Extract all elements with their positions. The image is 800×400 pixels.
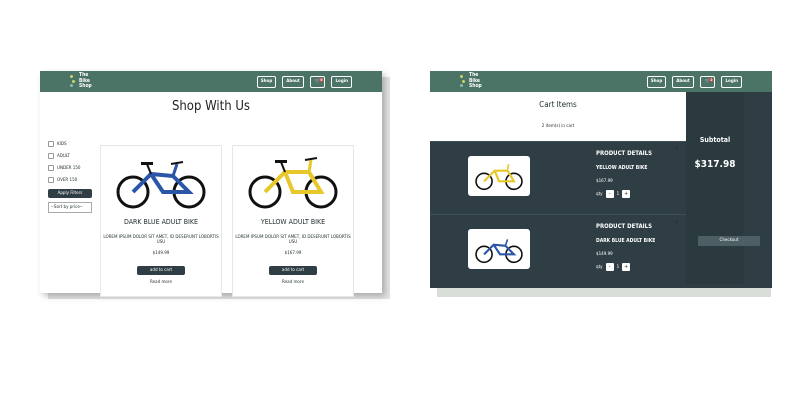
decrement-button[interactable]: - (605, 263, 614, 271)
page-title: Shop With Us (171, 99, 251, 114)
filter-under150[interactable]: UNDER 150 (48, 165, 96, 171)
filter-label: UNDER 150 (57, 165, 81, 171)
logo-line: Shop (469, 83, 482, 89)
nav-login-button[interactable]: Login (331, 76, 352, 88)
product-description: LOREM IPSUM DOLOR SIT AMET, ID DESERUNT … (235, 235, 351, 245)
cart-item-details: PRODUCT DETAILS YELLOW ADULT BIKE $167.9… (596, 150, 652, 198)
quantity-stepper: qty - 1 + (596, 263, 655, 271)
filter-label: ADULT (57, 153, 70, 159)
nav-shop-button[interactable]: Shop (646, 76, 667, 88)
product-name[interactable]: DARK BLUE ADULT BIKE (101, 218, 221, 226)
nav-about-button[interactable]: About (672, 76, 694, 88)
filter-panel: KIDS ADULT UNDER 150 OVER 150 Apply Filt… (48, 141, 96, 213)
cart-title: Cart Items (539, 100, 577, 109)
bike-logo-icon (70, 75, 76, 88)
add-to-cart-button[interactable]: add to cart (269, 266, 317, 275)
qty-value: 1 (616, 191, 620, 197)
cart-item-details: PRODUCT DETAILS DARK BLUE ADULT BIKE $14… (596, 223, 655, 271)
qty-label: qty (596, 264, 603, 270)
bike-image-blue (475, 239, 523, 264)
logo[interactable]: The Bike Shop (460, 72, 482, 90)
bike-logo-icon (460, 75, 466, 88)
details-label: PRODUCT DETAILS (596, 223, 652, 230)
logo-text: The Bike Shop (469, 72, 482, 90)
quantity-stepper: qty - 1 + (596, 190, 652, 198)
product-price: $167.99 (284, 251, 302, 256)
logo[interactable]: The Bike Shop (70, 72, 92, 90)
cart-item-image (468, 229, 530, 269)
cart-badge: 0 (319, 78, 324, 82)
logo-text: The Bike Shop (79, 72, 92, 90)
nav-cart-button[interactable]: 🛒 0 (309, 76, 326, 88)
add-to-cart-button[interactable]: add to cart (137, 266, 185, 275)
close-icon[interactable]: x (675, 146, 678, 152)
shop-window: The Bike Shop Shop About 🛒 0 Login Shop … (40, 71, 382, 297)
filter-over150[interactable]: OVER 150 (48, 177, 96, 183)
filter-kids[interactable]: KIDS (48, 141, 96, 147)
nav-buttons: Shop About 🛒 0 Login (256, 76, 352, 88)
filter-label: KIDS (57, 141, 67, 147)
read-more-link[interactable]: Read more (101, 280, 221, 285)
nav-cart-button[interactable]: 🛒 2 (699, 76, 716, 88)
cart-window: The Bike Shop Shop About 🛒 2 Login Cart … (430, 71, 772, 288)
checkout-button[interactable]: Checkout (698, 236, 760, 246)
cart-badge: 2 (709, 78, 714, 82)
details-label: PRODUCT DETAILS (596, 150, 652, 157)
bike-image-blue (116, 161, 206, 209)
subtotal-label: Subtotal (699, 136, 731, 144)
cart-item-name: DARK BLUE ADULT BIKE (596, 238, 656, 244)
checkbox-icon[interactable] (48, 141, 54, 147)
nav-login-button[interactable]: Login (721, 76, 742, 88)
product-description: LOREM IPSUM DOLOR SIT AMET, ID DESERUNT … (103, 235, 219, 245)
nav-buttons: Shop About 🛒 2 Login (646, 76, 742, 88)
qty-value: 1 (616, 264, 620, 270)
read-more-link[interactable]: Read more (233, 280, 353, 285)
sort-by-price-select[interactable]: --Sort by price-- (48, 202, 92, 213)
subtotal-value: $317.98 (694, 159, 736, 170)
increment-button[interactable]: + (622, 263, 631, 271)
cart-item-price: $149.99 (596, 252, 613, 257)
logo-line: Shop (79, 83, 92, 89)
cart-item-image (468, 156, 530, 196)
cart-item-price: $167.99 (596, 179, 613, 184)
filter-adult[interactable]: ADULT (48, 153, 96, 159)
cart-item: PRODUCT DETAILS YELLOW ADULT BIKE $167.9… (430, 141, 686, 212)
product-price: $149.99 (152, 251, 170, 256)
nav-about-button[interactable]: About (282, 76, 304, 88)
close-icon[interactable]: x (675, 219, 678, 225)
cart-count: 2 item(s) in cart (541, 124, 575, 129)
bike-image-yellow (248, 157, 338, 209)
cart-item-name: YELLOW ADULT BIKE (596, 165, 648, 171)
product-card-blue: DARK BLUE ADULT BIKE LOREM IPSUM DOLOR S… (100, 145, 222, 297)
cart-header: Cart Items 2 item(s) in cart (430, 92, 686, 141)
apply-filters-button[interactable]: Apply Filters (48, 189, 92, 198)
checkbox-icon[interactable] (48, 165, 54, 171)
qty-label: qty (596, 191, 603, 197)
subtotal-panel: Subtotal $317.98 Checkout (686, 92, 760, 284)
product-name[interactable]: YELLOW ADULT BIKE (233, 218, 353, 226)
product-card-yellow: YELLOW ADULT BIKE LOREM IPSUM DOLOR SIT … (232, 145, 354, 297)
cart-item: PRODUCT DETAILS DARK BLUE ADULT BIKE $14… (430, 214, 686, 285)
increment-button[interactable]: + (622, 190, 631, 198)
navbar: The Bike Shop Shop About 🛒 2 Login (430, 71, 772, 92)
nav-shop-button[interactable]: Shop (256, 76, 277, 88)
bike-image-yellow (475, 164, 523, 191)
navbar: The Bike Shop Shop About 🛒 0 Login (40, 71, 382, 92)
decrement-button[interactable]: - (605, 190, 614, 198)
filter-label: OVER 150 (57, 177, 78, 183)
checkbox-icon[interactable] (48, 177, 54, 183)
checkbox-icon[interactable] (48, 153, 54, 159)
